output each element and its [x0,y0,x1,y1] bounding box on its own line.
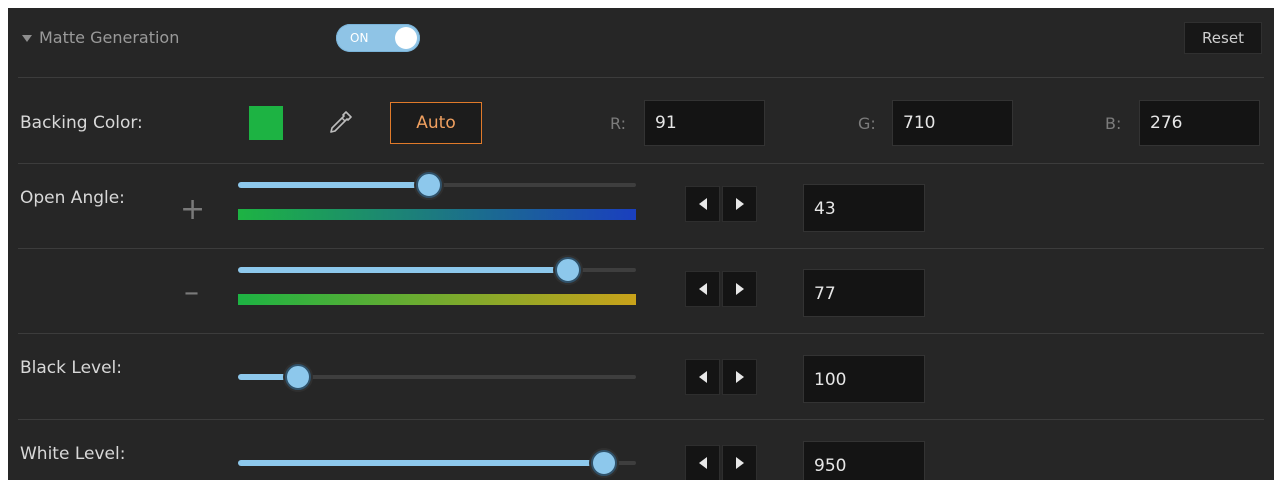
g-value-field[interactable]: 710 [892,100,1013,146]
eyedropper-icon[interactable] [326,109,354,137]
increment-button[interactable] [722,271,757,307]
arrow-right-icon [735,283,744,295]
open-angle-minus-value-field[interactable]: 77 [803,269,925,317]
increment-button[interactable] [722,359,757,395]
open-angle-minus-stepper [685,271,757,307]
arrow-left-icon [698,371,707,383]
matte-generation-panel: Matte Generation ON Reset Backing Color:… [8,8,1274,480]
black-level-slider[interactable] [238,364,636,390]
increment-button[interactable] [722,186,757,222]
arrow-right-icon [735,457,744,469]
auto-button[interactable]: Auto [390,102,482,144]
open-angle-plus-slider[interactable] [238,172,636,198]
b-label: B: [1105,114,1122,133]
white-level-label: White Level: [20,444,126,464]
arrow-right-icon [735,198,744,210]
open-angle-label: Open Angle: [20,188,125,208]
r-value-field[interactable]: 91 [644,100,765,146]
divider [18,419,1264,420]
slider-thumb[interactable] [591,450,618,476]
slider-fill [238,182,430,188]
backing-color-label: Backing Color: [20,113,143,133]
open-angle-plus-gradient [238,209,636,220]
open-angle-minus-slider[interactable] [238,257,636,283]
slider-thumb[interactable] [555,257,582,283]
g-label: G: [858,114,876,133]
decrement-button[interactable] [685,186,720,222]
slider-fill [238,460,605,466]
white-level-stepper [685,445,757,480]
section-header[interactable]: Matte Generation [22,28,179,48]
matte-generation-toggle[interactable]: ON [336,24,420,52]
white-level-value-field[interactable]: 950 [803,441,925,480]
arrow-left-icon [698,457,707,469]
divider [18,163,1264,164]
open-angle-plus-value-field[interactable]: 43 [803,184,925,232]
black-level-stepper [685,359,757,395]
divider [18,77,1264,78]
section-title: Matte Generation [39,28,180,47]
divider [18,248,1264,249]
collapse-caret-icon[interactable] [22,34,32,42]
black-level-label: Black Level: [20,358,122,378]
white-level-slider[interactable] [238,450,636,476]
toggle-label: ON [350,31,369,45]
minus-icon: – [184,275,199,310]
open-angle-plus-stepper [685,186,757,222]
decrement-button[interactable] [685,359,720,395]
toggle-knob [395,27,417,49]
backing-color-swatch[interactable] [249,106,283,140]
slider-thumb[interactable] [416,172,443,198]
slider-thumb[interactable] [284,364,311,390]
arrow-left-icon [698,198,707,210]
divider [18,333,1264,334]
plus-icon: + [180,192,206,227]
decrement-button[interactable] [685,445,720,480]
reset-button[interactable]: Reset [1184,22,1262,54]
open-angle-minus-gradient [238,294,636,305]
r-label: R: [610,114,627,133]
increment-button[interactable] [722,445,757,480]
arrow-right-icon [735,371,744,383]
b-value-field[interactable]: 276 [1139,100,1260,146]
decrement-button[interactable] [685,271,720,307]
slider-fill [238,267,569,273]
arrow-left-icon [698,283,707,295]
black-level-value-field[interactable]: 100 [803,355,925,403]
